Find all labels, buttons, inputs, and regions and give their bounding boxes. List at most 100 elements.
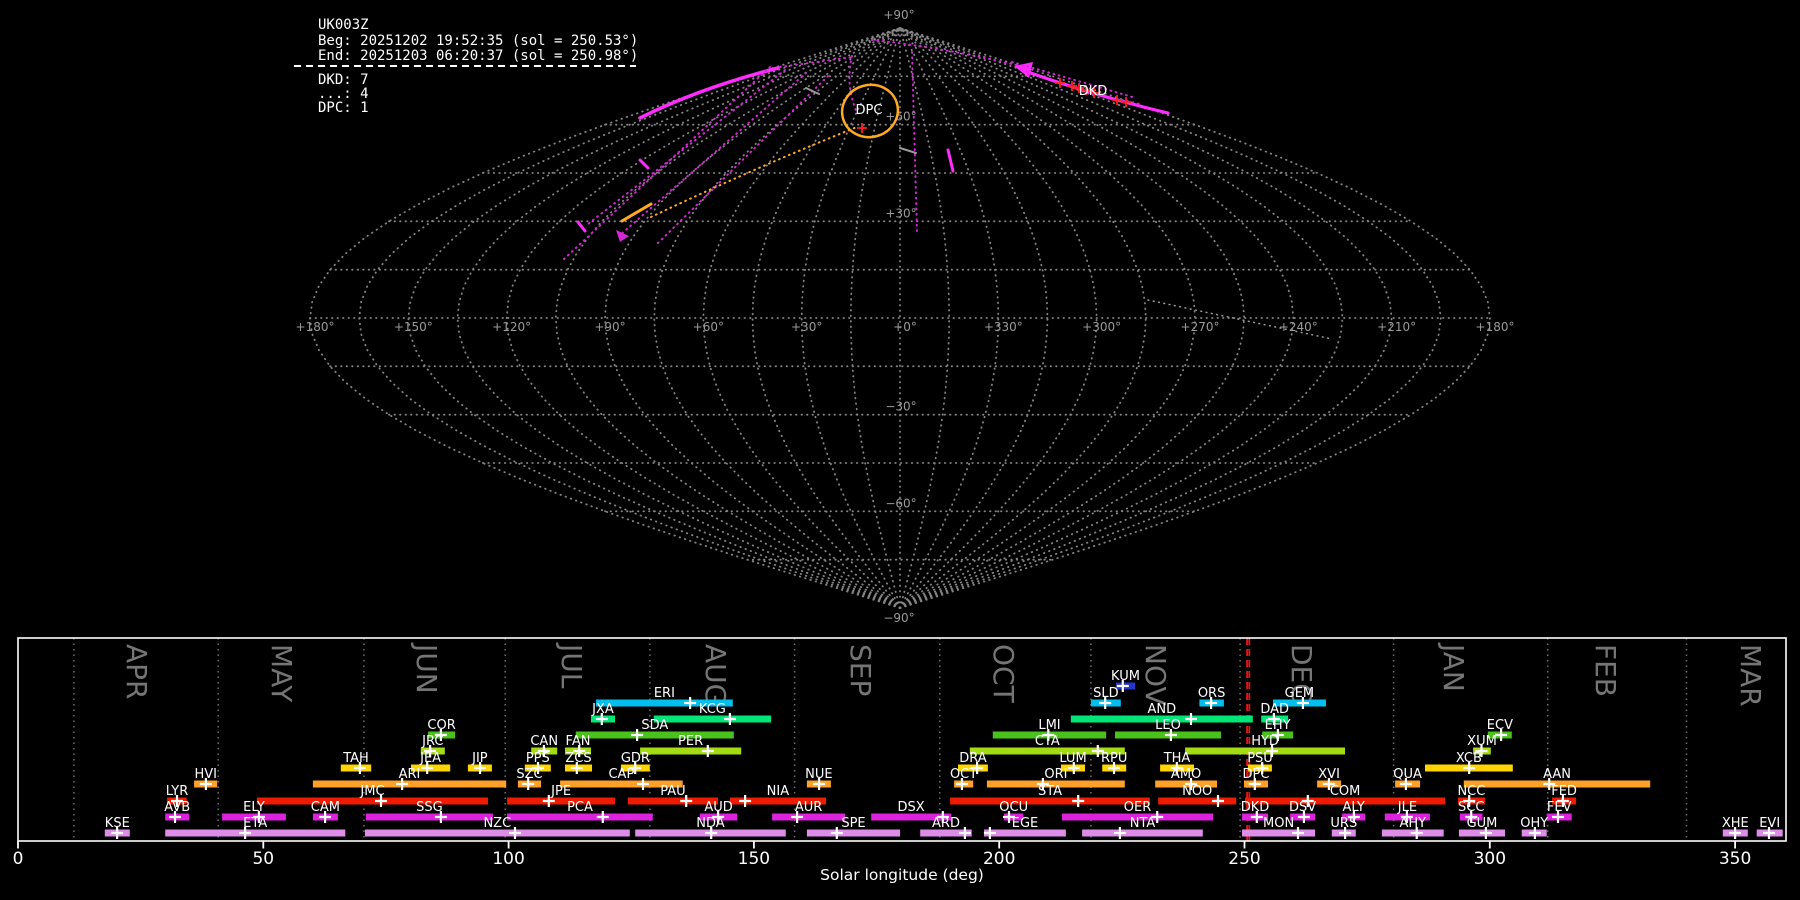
shower-label-JEA: JEA	[419, 751, 441, 766]
x-tick-label-200: 200	[983, 849, 1015, 869]
pole-label-south: −90°	[883, 611, 914, 625]
shower-label-SDA: SDA	[641, 718, 668, 733]
shower-label-ZCS: ZCS	[565, 751, 591, 766]
longitude-label: +0°	[893, 320, 917, 334]
month-label-MAY: MAY	[265, 644, 298, 703]
longitude-label: +240°	[1279, 320, 1318, 334]
shower-label-AMO: AMO	[1171, 767, 1201, 782]
shower-label-URS: URS	[1330, 816, 1357, 831]
shower-label-TAH: TAH	[342, 751, 369, 766]
month-label-JUL: JUL	[555, 642, 588, 689]
shower-label-ALY: ALY	[1343, 800, 1365, 815]
shower-label-SPE: SPE	[841, 816, 865, 831]
month-label-FEB: FEB	[1589, 644, 1622, 697]
shower-label-PAU: PAU	[660, 784, 685, 799]
shower-label-AHY: AHY	[1399, 816, 1426, 831]
longitude-label: +300°	[1082, 320, 1121, 334]
shower-label-SCC: SCC	[1458, 800, 1484, 815]
shower-label-DRA: DRA	[959, 751, 987, 766]
month-label-JUN: JUN	[410, 642, 443, 694]
shower-label-JRC: JRC	[421, 734, 443, 749]
shower-label-PPS: PPS	[526, 751, 550, 766]
month-label-SEP: SEP	[844, 644, 877, 696]
x-tick-label-100: 100	[492, 849, 524, 869]
shower-label-SZC: SZC	[516, 767, 542, 782]
shower-label-ORI: ORI	[1044, 767, 1067, 782]
shower-label-XHE: XHE	[1722, 816, 1749, 831]
station-id: UK003Z	[318, 17, 369, 33]
shower-label-XVI: XVI	[1318, 767, 1340, 782]
shower-label-JXA: JXA	[591, 702, 614, 717]
shower-label-NOO: NOO	[1182, 784, 1212, 799]
shower-label-STA: STA	[1038, 784, 1062, 799]
longitude-label: +120°	[492, 320, 531, 334]
shower-label-LEO: LEO	[1155, 718, 1181, 733]
shower-label-DAD: DAD	[1260, 702, 1289, 717]
shower-label-AND: AND	[1147, 702, 1176, 717]
x-axis-title: Solar longitude (deg)	[820, 866, 984, 884]
shower-label-JLE: JLE	[1397, 800, 1417, 815]
latitude-label: −30°	[885, 400, 916, 414]
month-label-JAN: JAN	[1437, 642, 1470, 692]
shower-label-FED: FED	[1551, 784, 1577, 799]
shower-label-DKD: DKD	[1241, 800, 1270, 815]
latitude-label: −60°	[885, 496, 916, 510]
shower-label-ARD: ARD	[932, 816, 960, 831]
longitude-label: +180°	[1476, 320, 1515, 334]
shower-label-JIP: JIP	[471, 751, 488, 766]
shower-label-EVI: EVI	[1759, 816, 1780, 831]
x-tick-label-50: 50	[252, 849, 274, 869]
shower-label-GDR: GDR	[621, 751, 650, 766]
shower-label-OHY: OHY	[1520, 816, 1548, 831]
month-label-APR: APR	[120, 644, 153, 700]
shower-label-CAM: CAM	[311, 800, 340, 815]
longitude-label: +270°	[1181, 320, 1220, 334]
latitude-label: +30°	[885, 206, 916, 220]
ufo-analyzer-screenshot: +90°−90°+60°+30°−30°−60°+180°+150°+120°+…	[0, 0, 1800, 900]
x-tick-label-150: 150	[738, 849, 770, 869]
shower-label-ELY: ELY	[243, 800, 265, 815]
shower-label-OER: OER	[1124, 800, 1151, 815]
shower-label-FAN: FAN	[566, 734, 591, 749]
shower-label-DPC: DPC	[1243, 767, 1270, 782]
longitude-label: +60°	[693, 320, 724, 334]
radiant-label-DPC: DPC	[856, 103, 883, 118]
shower-label-LYR: LYR	[166, 784, 189, 799]
shower-label-EGE: EGE	[1012, 816, 1039, 831]
latitude-label: +60°	[885, 110, 916, 124]
shower-label-DSV: DSV	[1289, 800, 1316, 815]
shower-label-FEV: FEV	[1547, 800, 1572, 815]
shower-label-AAN: AAN	[1543, 767, 1571, 782]
month-label-MAR: MAR	[1734, 644, 1767, 707]
shower-label-XCB: XCB	[1456, 751, 1482, 766]
shower-label-NCC: NCC	[1457, 784, 1485, 799]
longitude-label: +30°	[791, 320, 822, 334]
shower-label-COR: COR	[427, 718, 455, 733]
longitude-label: +150°	[394, 320, 433, 334]
shower-label-QUA: QUA	[1393, 767, 1422, 782]
shower-label-PCA: PCA	[567, 800, 593, 815]
radiant-label-DKD: DKD	[1079, 84, 1108, 99]
month-label-AUG: AUG	[699, 644, 732, 705]
x-tick-label-0: 0	[13, 849, 24, 869]
shower-label-PER: PER	[678, 734, 703, 749]
shower-label-SSG: SSG	[416, 800, 443, 815]
shower-label-THA: THA	[1163, 751, 1191, 766]
shower-label-RPU: RPU	[1101, 751, 1127, 766]
month-label-NOV: NOV	[1139, 644, 1172, 706]
shower-label-NIA: NIA	[767, 784, 790, 799]
shower-label-ARI: ARI	[399, 767, 421, 782]
shower-label-COM: COM	[1330, 784, 1361, 799]
shower-label-OCT: OCT	[950, 767, 977, 782]
longitude-label: +180°	[296, 320, 335, 334]
shower-label-NDA: NDA	[696, 816, 725, 831]
shower-label-NUE: NUE	[805, 767, 832, 782]
x-tick-label-300: 300	[1474, 849, 1506, 869]
shower-label-AVB: AVB	[164, 800, 190, 815]
shower-label-EHY: EHY	[1265, 718, 1291, 733]
shower-label-ETA: ETA	[243, 816, 267, 831]
shower-label-SLD: SLD	[1093, 686, 1119, 701]
month-label-OCT: OCT	[987, 644, 1020, 704]
begin-time: Beg: 20251202 19:52:35 (sol = 250.53°)	[318, 33, 638, 49]
shower-label-JMC: JMC	[359, 784, 384, 799]
